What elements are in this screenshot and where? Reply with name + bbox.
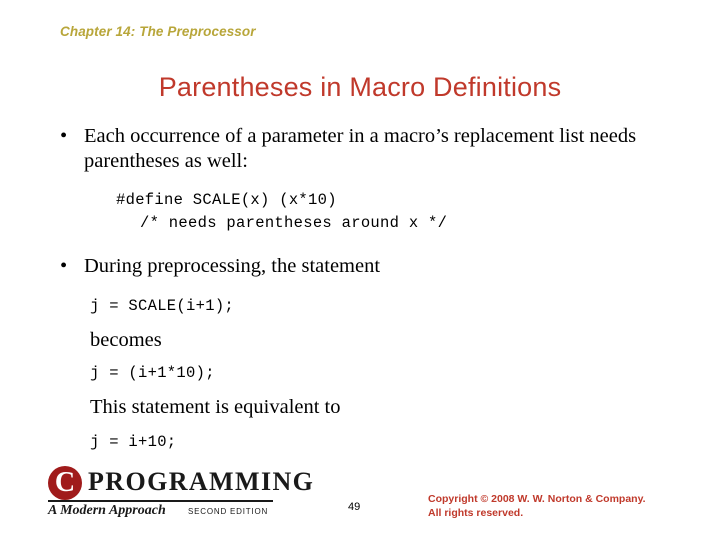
equivalent-text: This statement is equivalent to: [90, 396, 341, 418]
page-title: Parentheses in Macro Definitions: [158, 72, 562, 102]
bullet-item-2: • During preprocessing, the statement: [44, 254, 684, 279]
logo-subtitle: A Modern Approach: [48, 503, 166, 518]
chapter-header: Chapter 14: The Preprocessor: [60, 24, 256, 39]
copyright-line-2: All rights reserved.: [428, 506, 524, 519]
bullet-dot-icon-2: •: [60, 255, 68, 277]
logo-edition: SECOND EDITION: [188, 507, 269, 516]
bullet-dot-icon: •: [60, 125, 68, 147]
code-line-1-comment: /* needs parentheses around x */: [140, 214, 448, 232]
bullet-item-1: • Each occurrence of a parameter in a ma…: [44, 124, 684, 174]
code-line-4: j = i+10;: [90, 433, 177, 451]
becomes-text: becomes: [90, 329, 162, 351]
copyright-notice: Copyright © 2008 W. W. Norton & Company.…: [428, 492, 688, 520]
logo-divider: [48, 500, 273, 502]
book-logo: C PROGRAMMING A Modern Approach SECOND E…: [48, 466, 313, 518]
slide: Chapter 14: The Preprocessor Parentheses…: [0, 0, 720, 540]
slide-body: • Each occurrence of a parameter in a ma…: [44, 124, 684, 451]
code-line-2: j = SCALE(i+1);: [90, 297, 235, 315]
code-line-3: j = (i+1*10);: [90, 364, 215, 382]
logo-wordmark: PROGRAMMING: [88, 467, 315, 496]
logo-c-icon: C: [48, 466, 82, 500]
code-line-1: #define SCALE(x) (x*10): [116, 191, 337, 209]
bullet-1-text: Each occurrence of a parameter in a macr…: [84, 125, 637, 172]
copyright-line-1: Copyright © 2008 W. W. Norton & Company.: [428, 492, 646, 505]
bullet-2-text: During preprocessing, the statement: [84, 255, 381, 277]
page-number: 49: [348, 501, 361, 513]
